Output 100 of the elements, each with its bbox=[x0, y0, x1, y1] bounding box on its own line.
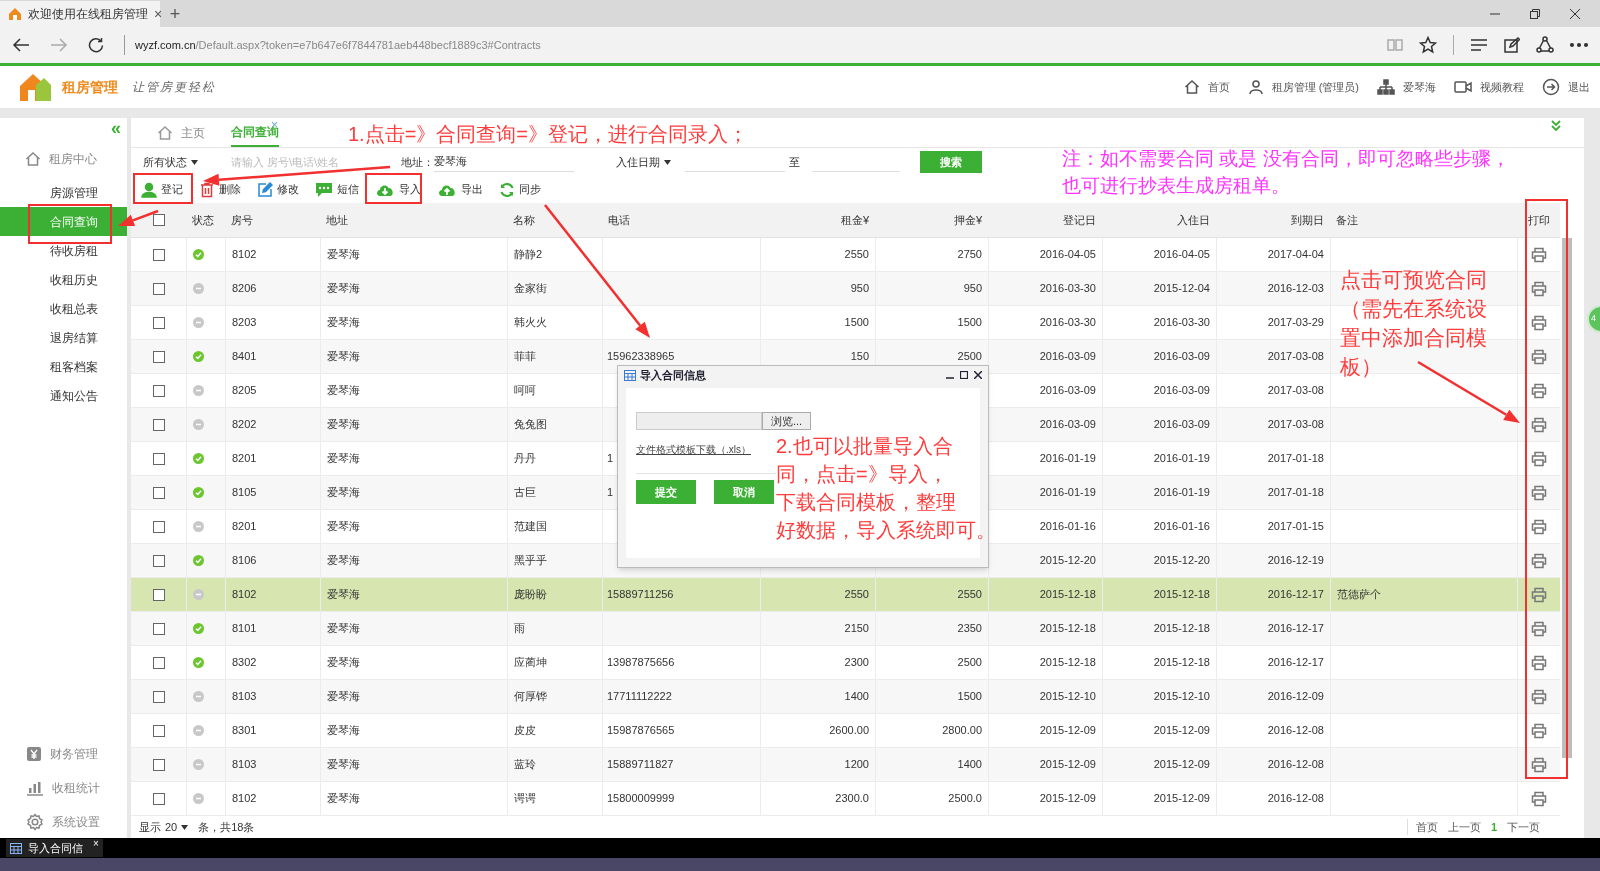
print-button[interactable] bbox=[1531, 722, 1547, 739]
toolbar-button[interactable]: 修改 bbox=[253, 178, 303, 201]
table-cell-text: 8102 bbox=[232, 247, 257, 263]
scrollbar[interactable] bbox=[1562, 238, 1572, 758]
checkbox[interactable] bbox=[152, 792, 165, 805]
toolbar-button[interactable]: 删除 bbox=[195, 178, 245, 201]
print-button[interactable] bbox=[1531, 518, 1547, 535]
nav-link[interactable]: 首页 bbox=[1183, 78, 1230, 96]
hub-icon bbox=[1470, 38, 1488, 52]
table-cell-text: 15889711827 bbox=[607, 757, 674, 773]
table-cell-text: 1400 bbox=[844, 689, 869, 705]
table-cell-text: 2015-12-09 bbox=[1153, 723, 1210, 739]
print-button[interactable] bbox=[1531, 314, 1547, 331]
table-cell-text: 皮皮 bbox=[514, 723, 536, 739]
table-cell-text: 爱琴海 bbox=[327, 791, 360, 807]
print-button[interactable] bbox=[1531, 756, 1547, 773]
checkbox[interactable] bbox=[152, 656, 165, 669]
checkbox[interactable] bbox=[152, 248, 165, 261]
checkbox[interactable] bbox=[152, 486, 165, 499]
checkbox[interactable] bbox=[152, 350, 165, 363]
print-button[interactable] bbox=[1531, 552, 1547, 569]
sidebar-item[interactable]: 房源管理 bbox=[0, 178, 127, 207]
table-cell-text: 2015-12-09 bbox=[1039, 791, 1096, 807]
browser-tab[interactable]: 欢迎使用在线租房管理 × bbox=[0, 1, 160, 27]
checkbox[interactable] bbox=[152, 588, 165, 601]
toolbar-button[interactable]: 短信 bbox=[311, 178, 363, 201]
hierarchy-icon bbox=[1377, 79, 1395, 95]
pager-link[interactable]: 上一页 bbox=[1447, 818, 1481, 836]
toolbar-button[interactable]: 导出 bbox=[433, 178, 487, 201]
sidebar-item[interactable]: 财务管理 bbox=[50, 745, 98, 763]
taskbar-item[interactable]: 导入合同信 × bbox=[6, 839, 103, 857]
print-button[interactable] bbox=[1531, 450, 1547, 467]
highlight-box bbox=[365, 173, 422, 204]
checkbox[interactable] bbox=[152, 384, 165, 397]
checkbox[interactable] bbox=[152, 690, 165, 703]
new-tab-button[interactable]: + bbox=[160, 1, 190, 27]
print-button[interactable] bbox=[1531, 586, 1547, 603]
search-field[interactable]: 请输入 房号\电话\姓名 bbox=[231, 152, 391, 172]
print-button[interactable] bbox=[1531, 688, 1547, 705]
address-bar[interactable]: wyzf.com.cn/Default.aspx?token=e7b647e6f7844781aeb448becf1889c3#Contracts bbox=[124, 35, 541, 55]
table-cell-text: 2600.00 bbox=[829, 723, 869, 739]
toolbar-button[interactable]: 登记 bbox=[137, 178, 187, 201]
table-cell-text: 爱琴海 bbox=[327, 349, 360, 365]
sidebar-item[interactable]: 租客档案 bbox=[0, 352, 127, 381]
nav-link[interactable]: 退出 bbox=[1542, 78, 1590, 96]
sidebar-item[interactable]: 通知公告 bbox=[0, 381, 127, 410]
date-select[interactable]: 入住日期 bbox=[616, 153, 671, 171]
file-field[interactable] bbox=[636, 412, 762, 430]
table-cell-text: 8201 bbox=[232, 451, 257, 467]
checkbox[interactable] bbox=[152, 452, 165, 465]
print-button[interactable] bbox=[1531, 620, 1547, 637]
print-button[interactable] bbox=[1531, 280, 1547, 297]
table-cell-text: 2017-03-08 bbox=[1267, 383, 1324, 399]
nav-link[interactable]: 爱琴海 bbox=[1377, 78, 1436, 96]
toolbar-button[interactable]: 同步 bbox=[495, 178, 545, 201]
table-cell-text: 2015-12-18 bbox=[1039, 621, 1096, 637]
sidebar-item[interactable]: 收租总表 bbox=[0, 294, 127, 323]
tab-close-button[interactable]: × bbox=[154, 3, 163, 25]
checkbox[interactable] bbox=[152, 554, 165, 567]
print-button[interactable] bbox=[1531, 790, 1547, 807]
checkbox[interactable] bbox=[152, 316, 165, 329]
checkbox[interactable] bbox=[152, 418, 165, 431]
table-cell-text: 2015-12-09 bbox=[1039, 757, 1096, 773]
sidebar-item[interactable]: 收租统计 bbox=[52, 779, 100, 797]
status-select[interactable]: 所有状态 bbox=[143, 153, 231, 171]
template-download-link[interactable]: 文件格式模板下载（.xls） bbox=[636, 442, 751, 457]
print-button[interactable] bbox=[1531, 246, 1547, 263]
table-cell-text: 2015-12-20 bbox=[1153, 553, 1210, 569]
checkbox[interactable] bbox=[152, 520, 165, 533]
print-button[interactable] bbox=[1531, 348, 1547, 365]
table-cell-text: 1500 bbox=[957, 689, 982, 705]
nav-link[interactable]: 视频教程 bbox=[1454, 78, 1524, 96]
checkbox[interactable] bbox=[152, 622, 165, 635]
back-icon bbox=[12, 37, 30, 53]
print-button[interactable] bbox=[1531, 382, 1547, 399]
print-button[interactable] bbox=[1531, 654, 1547, 671]
table-cell-text: 2015-12-09 bbox=[1153, 757, 1210, 773]
print-button[interactable] bbox=[1531, 484, 1547, 501]
table-cell-text: 2017-03-29 bbox=[1267, 315, 1324, 331]
checkbox[interactable] bbox=[152, 282, 165, 295]
sidebar-item[interactable]: 系统设置 bbox=[52, 813, 100, 831]
page-size-select[interactable]: 20 bbox=[165, 818, 189, 836]
nav-link[interactable]: 租房管理 (管理员) bbox=[1247, 78, 1359, 96]
address-field[interactable]: 爱琴海 bbox=[434, 152, 574, 172]
print-button[interactable] bbox=[1531, 416, 1547, 433]
browse-button[interactable]: 浏览... bbox=[762, 412, 812, 430]
toolbar-button[interactable]: 导入 bbox=[371, 178, 425, 201]
sidebar-item[interactable]: 待收房租 bbox=[0, 236, 127, 265]
checkbox[interactable] bbox=[152, 724, 165, 737]
checkbox[interactable] bbox=[152, 214, 165, 226]
printer-icon bbox=[1531, 348, 1547, 365]
pager-link[interactable]: 下一页 bbox=[1507, 818, 1540, 836]
sidebar-item[interactable]: 收租历史 bbox=[0, 265, 127, 294]
sidebar-item[interactable]: 退房结算 bbox=[0, 323, 127, 352]
page-tab[interactable]: 主页 bbox=[131, 119, 231, 147]
table-cell-text: 爱琴海 bbox=[327, 723, 360, 739]
pager-link[interactable]: 首页 bbox=[1415, 818, 1438, 836]
close-icon bbox=[974, 371, 982, 379]
printer-icon bbox=[1531, 620, 1547, 637]
checkbox[interactable] bbox=[152, 758, 165, 771]
